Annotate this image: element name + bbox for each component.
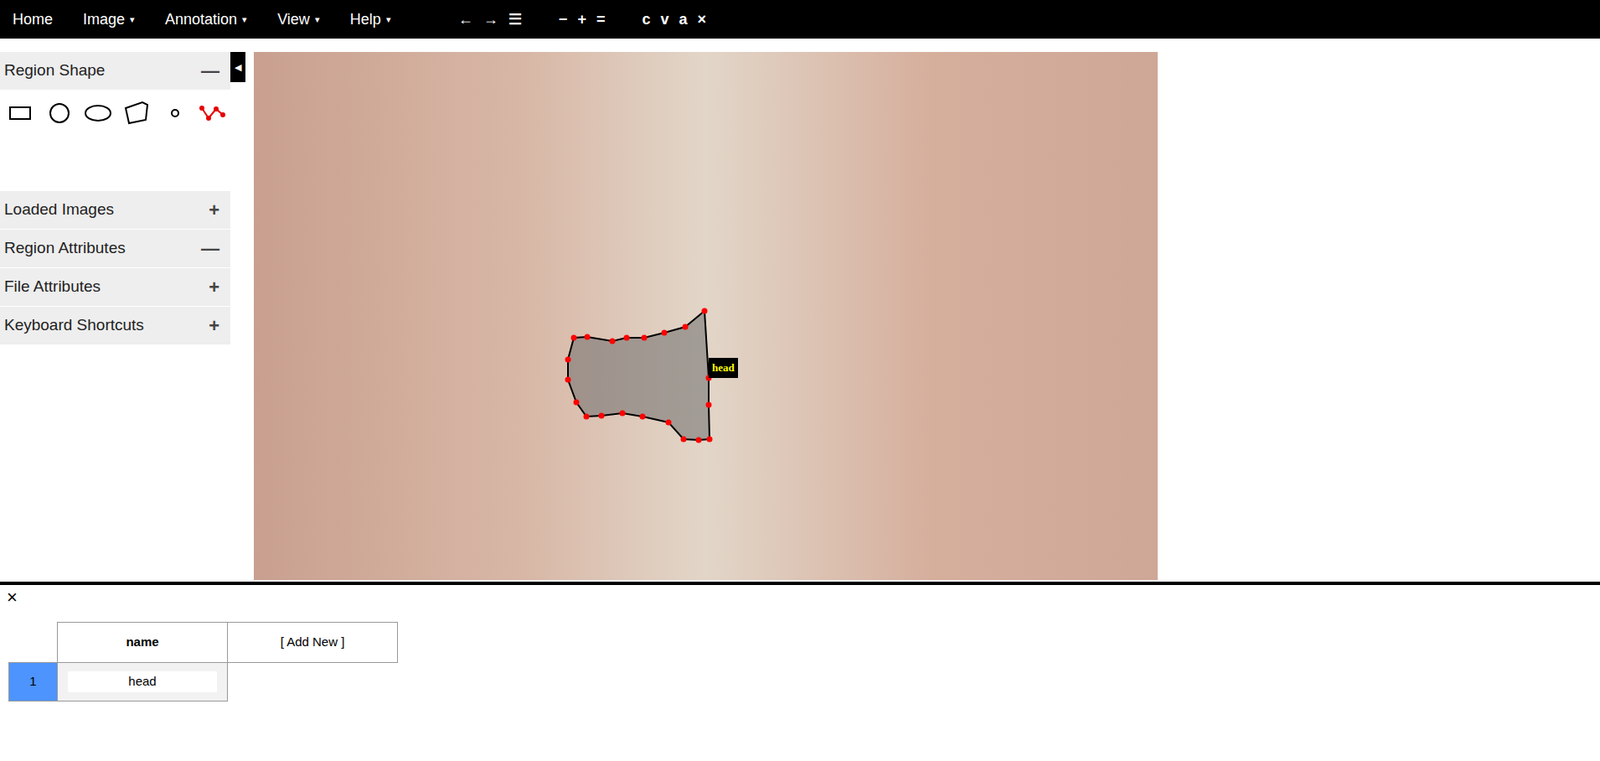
menu-item[interactable]: Annotation▾ [165,8,248,31]
row-index[interactable]: 1 [9,662,58,702]
toggle-icon: — [201,56,220,85]
sidebar-section: Region Shape— [0,51,231,191]
name-input[interactable]: head [67,670,217,692]
ellipse-shape-icon[interactable] [83,99,113,125]
table-row[interactable]: 1 head [9,662,398,702]
shape-panel [0,89,231,191]
toolbar-button[interactable]: a [678,8,687,31]
toolbar-button[interactable]: ← [458,8,474,31]
main-area: Region Shape— Loaded Images+Region Attrib… [0,38,1600,582]
section-header[interactable]: Keyboard Shortcuts+ [0,306,231,345]
toolbar-button[interactable]: = [596,8,606,31]
attribute-table: name[ Add New ]1head [8,621,398,702]
section-header[interactable]: Region Shape— [0,51,231,90]
menu-item[interactable]: Help▾ [350,8,392,31]
menu-item[interactable]: Home [12,8,53,31]
sidebar-section: Keyboard Shortcuts+ [0,306,231,345]
app: HomeImage▾Annotation▾View▾Help▾←→☰−+=cva… [0,0,1600,761]
toolbar-button[interactable]: × [696,8,707,31]
polyline-shape-icon[interactable] [199,99,228,125]
toolbar-group: −+ = [558,8,606,31]
toggle-icon: — [201,234,220,263]
section-header[interactable]: Loaded Images+ [0,190,231,229]
toggle-icon: + [208,311,220,340]
annotated-image[interactable]: head [253,51,1158,580]
toolbar-button[interactable]: v [660,8,669,31]
polygon-shape-icon[interactable] [122,99,151,125]
toggle-icon: + [208,273,220,301]
top-bar: Home Image▾ Annotation▾ View▾ Help▾ ← → ☰ −+ = cva… [0,0,1600,39]
sidebar-section: File Attributes+ [0,268,231,306]
table-header: name[ Add New ] [9,622,398,663]
sidebar: Region Shape— Loaded Images+Region Attrib… [0,38,231,582]
region-polygon-icon[interactable] [253,51,1158,580]
menu-item[interactable]: Image▾ [82,8,135,31]
toggle-icon: + [208,196,220,224]
region-label: head [708,357,739,378]
rectangle-shape-icon[interactable] [6,99,36,125]
circle-shape-icon[interactable] [45,99,74,125]
sidebar-section: Loaded Images+ [0,190,231,229]
canvas-area: head [245,38,1600,582]
section-header[interactable]: Region Attributes— [0,229,231,268]
sidebar-section: Region Attributes— [0,229,231,268]
column-header[interactable]: [ Add New ] [227,622,398,663]
attribute-editor: ×name[ Add New ]1head [0,581,1600,761]
toolbar-group: ← → ☰ [458,8,522,31]
point-shape-icon[interactable] [160,99,190,125]
toolbar-button[interactable]: − [558,8,568,31]
toolbar-button[interactable]: ☰ [508,8,522,31]
toolbar-button[interactable]: → [483,8,499,31]
toolbar-group: cva × [641,8,707,31]
toolbar-button[interactable]: c [641,8,651,31]
toolbar-button[interactable]: + [577,8,587,31]
column-header: name [57,622,228,663]
collapse-button[interactable]: ◀ [230,51,246,83]
close-button[interactable]: × [6,588,18,607]
section-header[interactable]: File Attributes+ [0,268,231,306]
menu-item[interactable]: View▾ [277,8,320,31]
